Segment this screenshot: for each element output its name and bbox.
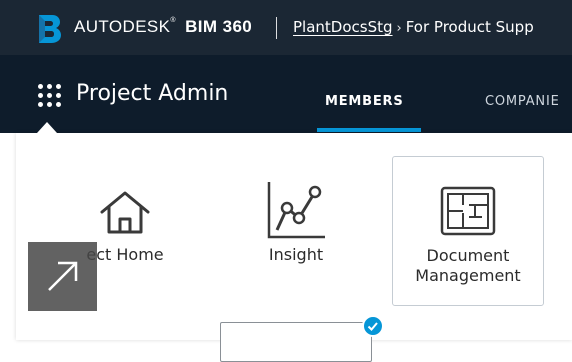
module-tile-selected[interactable] — [220, 322, 372, 362]
breadcrumb: PlantDocsStg › For Product Supp — [293, 18, 534, 36]
module-tile-label-line2: Management — [415, 266, 521, 285]
module-tile-document-management[interactable]: Document Management — [392, 156, 544, 306]
tab-members[interactable]: MEMBERS — [325, 94, 404, 109]
expand-overlay-button[interactable] — [28, 242, 97, 311]
floorplan-icon — [393, 185, 543, 237]
brand-registered-mark: ® — [170, 17, 176, 24]
header-divider — [276, 17, 277, 39]
arrow-up-right-icon — [48, 261, 78, 291]
insight-chart-icon — [240, 180, 352, 240]
module-tile-insight[interactable]: Insight — [240, 180, 352, 265]
breadcrumb-project-link[interactable]: PlantDocsStg — [293, 18, 393, 36]
bim360-logo-icon[interactable] — [37, 13, 63, 45]
active-tab-indicator — [317, 128, 421, 132]
top-navigation-bar: AUTODESK® BIM 360 PlantDocsStg › For Produ… — [0, 0, 572, 55]
brand-prefix: AUTODESK — [74, 17, 171, 36]
tab-companies[interactable]: COMPANIE — [485, 94, 560, 109]
module-tile-label-line1: Document — [426, 246, 510, 265]
product-brand: AUTODESK® BIM 360 — [74, 17, 252, 37]
module-tile-label: Insight — [268, 245, 324, 264]
home-icon — [60, 190, 190, 236]
checkmark-icon — [362, 315, 384, 337]
brand-product-name: BIM 360 — [185, 17, 253, 36]
dropdown-caret — [37, 122, 57, 133]
breadcrumb-account-link[interactable]: For Product Supp — [406, 18, 534, 36]
chevron-right-icon: › — [396, 21, 402, 36]
module-title: Project Admin — [76, 81, 229, 106]
app-launcher-grid-icon[interactable] — [38, 84, 62, 108]
